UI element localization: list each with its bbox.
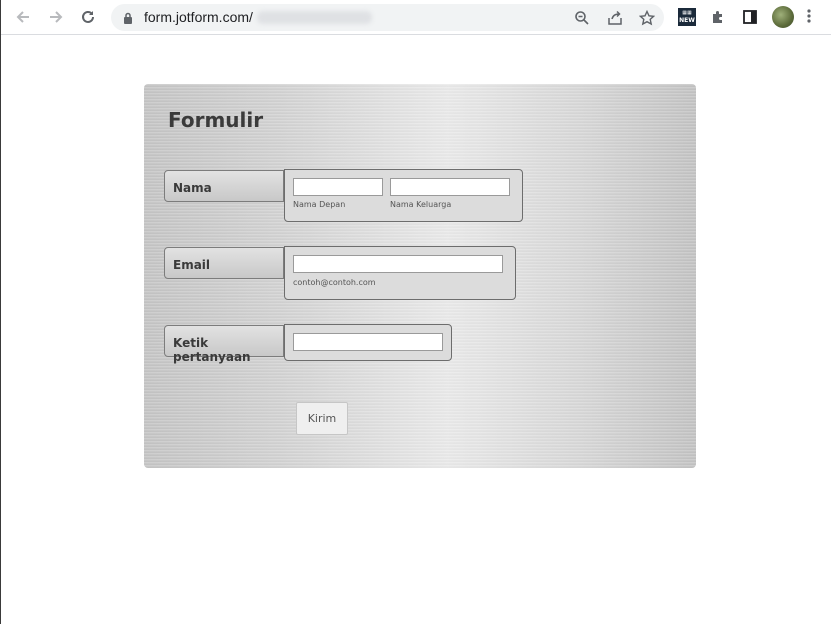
browser-toolbar: form.jotform.com/ ▦▦ NEW — [1, 0, 831, 35]
more-menu-icon[interactable] — [807, 8, 811, 29]
lock-icon[interactable] — [123, 11, 133, 29]
extensions-puzzle-icon[interactable] — [707, 6, 729, 28]
form-card: Formulir Nama Nama Depan Nama Keluarga E… — [144, 84, 696, 468]
url-text[interactable]: form.jotform.com/ — [144, 9, 253, 25]
last-name-input[interactable] — [390, 178, 510, 196]
email-sublabel: contoh@contoh.com — [293, 278, 376, 287]
question-input[interactable] — [293, 333, 443, 351]
profile-avatar[interactable] — [772, 6, 794, 28]
last-name-sublabel: Nama Keluarga — [390, 200, 452, 209]
form-title: Formulir — [168, 108, 264, 132]
first-name-sublabel: Nama Depan — [293, 200, 346, 209]
first-name-input[interactable] — [293, 178, 383, 196]
side-panel-icon[interactable] — [739, 6, 761, 28]
question-field-group — [284, 324, 452, 361]
email-input[interactable] — [293, 255, 503, 273]
bookmark-star-icon[interactable] — [637, 8, 657, 28]
back-arrow-icon[interactable] — [12, 6, 34, 28]
forward-arrow-icon[interactable] — [45, 6, 67, 28]
address-bar[interactable]: form.jotform.com/ — [111, 4, 664, 31]
reload-icon[interactable] — [77, 6, 99, 28]
question-label: Ketik pertanyaan — [164, 325, 284, 364]
name-field-group: Nama Depan Nama Keluarga — [284, 169, 523, 222]
zoom-icon[interactable] — [572, 8, 592, 28]
share-icon[interactable] — [605, 8, 625, 28]
new-extension-icon[interactable]: ▦▦ NEW — [678, 8, 696, 26]
submit-button[interactable]: Kirim — [296, 402, 348, 435]
email-label: Email — [164, 247, 284, 279]
name-label: Nama — [164, 170, 284, 202]
url-redacted — [257, 11, 372, 24]
email-field-group: contoh@contoh.com — [284, 246, 516, 300]
